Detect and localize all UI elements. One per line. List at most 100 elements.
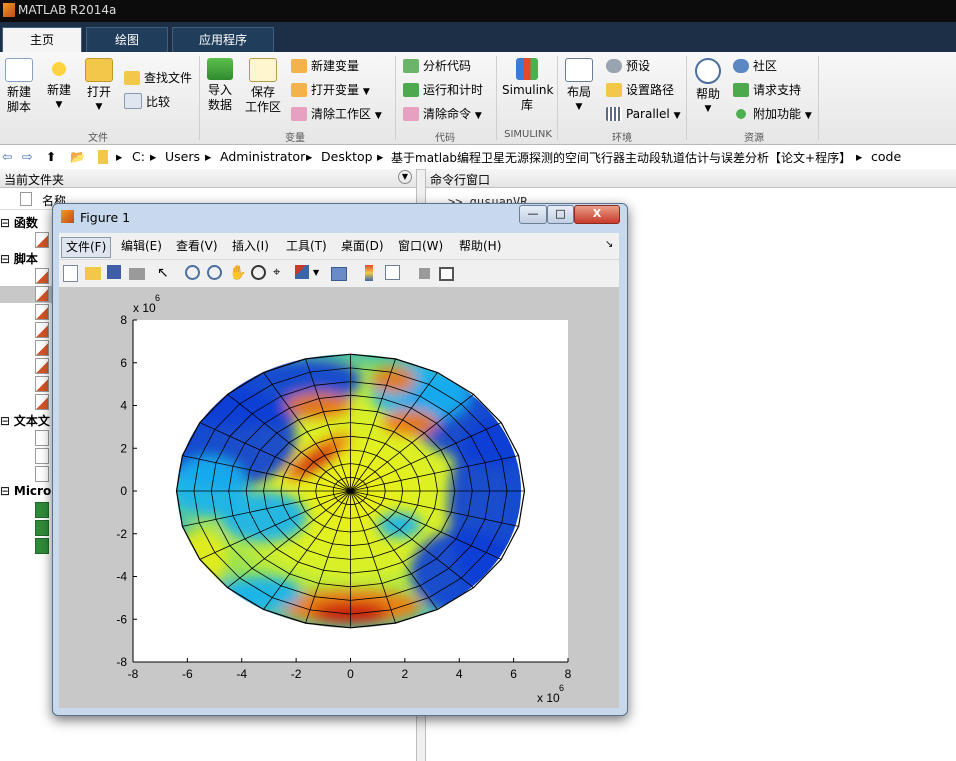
menu-window[interactable]: 窗口(W) (394, 237, 447, 256)
find-files-button[interactable]: 查找文件 (124, 68, 192, 88)
browse-folder-icon[interactable]: 📂 (70, 149, 86, 165)
close-button[interactable]: X (574, 205, 620, 224)
link-plot-icon[interactable] (331, 267, 347, 281)
save-workspace-icon (249, 58, 277, 82)
pointer-icon[interactable]: ↖ (157, 265, 173, 281)
m-file-icon[interactable] (35, 286, 49, 302)
open-file-icon[interactable] (85, 267, 101, 280)
m-file-icon[interactable] (35, 268, 49, 284)
m-file-icon[interactable] (35, 340, 49, 356)
simulink-library-button[interactable]: Simulink 库 (502, 58, 553, 113)
save-figure-icon[interactable] (107, 265, 121, 279)
zoom-in-icon[interactable] (185, 265, 200, 280)
menu-edit[interactable]: 编辑(E) (117, 237, 166, 256)
new-variable-button[interactable]: 新建变量 (291, 56, 359, 76)
figure-window[interactable]: Figure 1 — □ X 文件(F) 编辑(E) 查看(V) 插入(I) 工… (52, 203, 628, 716)
legend-icon[interactable] (385, 265, 400, 280)
ribbon-separator (199, 56, 200, 140)
colorbar-icon[interactable] (365, 265, 373, 281)
group-functions-label: 函数 (13, 216, 38, 230)
compare-button[interactable]: 比较 (124, 92, 170, 112)
excel-file-icon[interactable] (35, 502, 49, 518)
m-file-icon[interactable] (35, 322, 49, 338)
import-data-button[interactable]: 导入 数据 (204, 58, 236, 113)
menu-help[interactable]: 帮助(H) (455, 237, 505, 256)
new-figure-icon[interactable] (63, 265, 78, 282)
panel-options-icon[interactable]: ▼ (398, 170, 412, 184)
print-icon[interactable] (129, 268, 145, 280)
run-and-time-button[interactable]: 运行和计时 (403, 80, 483, 100)
analyze-code-button[interactable]: 分析代码 (403, 56, 471, 76)
m-file-icon[interactable] (35, 394, 49, 410)
hide-plot-tools-icon[interactable] (419, 268, 430, 279)
menu-desktop[interactable]: 桌面(D) (337, 237, 388, 256)
request-support-button[interactable]: 请求支持 (733, 80, 801, 100)
group-microsoft-files[interactable]: ⊟ Micro (0, 484, 51, 498)
save-workspace-button[interactable]: 保存 工作区 (244, 58, 282, 115)
community-label: 社区 (753, 59, 778, 73)
maximize-button[interactable]: □ (547, 205, 574, 224)
breadcrumb-administrator[interactable]: Administrator (220, 149, 305, 164)
tab-apps[interactable]: 应用程序 (172, 27, 274, 53)
layout-button[interactable]: 布局 ▼ (563, 58, 595, 115)
breadcrumb-desktop[interactable]: Desktop (321, 149, 373, 164)
surface-chart[interactable]: -8 -6 -4 -2 0 2 4 6 8-8-6-4-202468x 106x 106 (59, 287, 619, 708)
figure-title-bar[interactable]: Figure 1 — □ X (53, 204, 627, 230)
m-file-icon[interactable] (35, 304, 49, 320)
breadcrumb-users[interactable]: Users (165, 149, 200, 164)
figure-toolbar: ↖ ✋ ⌖ ▼ (59, 259, 619, 288)
new-button[interactable]: 新建 ▼ (44, 58, 74, 113)
up-folder-icon[interactable]: ⬆ (46, 149, 56, 164)
ribbon-separator (557, 56, 558, 140)
breadcrumb-code[interactable]: code (871, 149, 901, 164)
support-icon (733, 83, 749, 97)
group-scripts[interactable]: ⊟ 脚本 (0, 250, 38, 267)
dock-arrow-icon[interactable]: ↘ (605, 239, 613, 250)
show-plot-tools-icon[interactable] (439, 267, 454, 281)
tab-plots[interactable]: 绘图 (86, 27, 168, 53)
save-label-1: 保存 (250, 85, 275, 99)
parallel-button[interactable]: Parallel ▼ (606, 104, 680, 124)
text-file-icon[interactable] (35, 466, 49, 482)
forward-icon[interactable]: ⇨ (22, 149, 32, 164)
back-icon[interactable]: ⇦ (2, 149, 12, 164)
text-file-icon[interactable] (35, 448, 49, 464)
rotate-3d-icon[interactable] (251, 265, 266, 280)
group-functions[interactable]: ⊟ 函数 (0, 214, 38, 231)
new-script-button[interactable]: 新建 脚本 (4, 58, 34, 115)
minimize-button[interactable]: — (519, 205, 547, 224)
y-tick-label: -6 (116, 612, 127, 626)
open-button[interactable]: 打开 ▼ (84, 58, 114, 115)
excel-file-icon[interactable] (35, 520, 49, 536)
breadcrumb-drive[interactable]: C: (132, 149, 145, 164)
text-file-icon[interactable] (35, 430, 49, 446)
breadcrumb-project-folder[interactable]: 基于matlab编程卫星无源探测的空间飞行器主动段轨道估计与误差分析【论文+程序… (391, 149, 851, 166)
preferences-button[interactable]: 预设 (606, 56, 650, 76)
brush-icon[interactable] (295, 265, 309, 279)
set-path-button[interactable]: 设置路径 (606, 80, 674, 100)
open-variable-button[interactable]: 打开变量 ▼ (291, 80, 370, 100)
addons-button[interactable]: 附加功能 ▼ (733, 104, 812, 124)
community-button[interactable]: 社区 (733, 56, 777, 76)
m-file-icon[interactable] (35, 376, 49, 392)
m-file-icon[interactable] (35, 232, 49, 248)
clear-workspace-button[interactable]: 清除工作区 ▼ (291, 104, 382, 124)
pan-hand-icon[interactable]: ✋ (229, 265, 246, 281)
chevron-down-icon[interactable]: ▼ (313, 265, 329, 281)
folder-open-icon (85, 58, 113, 82)
x-exponent-label: x 10 (537, 691, 560, 705)
zoom-out-icon[interactable] (207, 265, 222, 280)
menu-insert[interactable]: 插入(I) (228, 237, 273, 256)
chevron-down-icon: ▼ (804, 111, 812, 121)
menu-view[interactable]: 查看(V) (172, 237, 222, 256)
command-window-title: 命令行窗口 (430, 173, 491, 187)
excel-file-icon[interactable] (35, 538, 49, 554)
clear-commands-button[interactable]: 清除命令 ▼ (403, 104, 482, 124)
m-file-icon[interactable] (35, 358, 49, 374)
group-text-files[interactable]: ⊟ 文本文 (0, 412, 50, 429)
help-button[interactable]: 帮助 ▼ (692, 58, 724, 117)
tab-home[interactable]: 主页 (2, 27, 82, 53)
menu-tools[interactable]: 工具(T) (282, 237, 331, 256)
data-cursor-icon[interactable]: ⌖ (273, 265, 289, 281)
menu-file[interactable]: 文件(F) (61, 237, 112, 258)
